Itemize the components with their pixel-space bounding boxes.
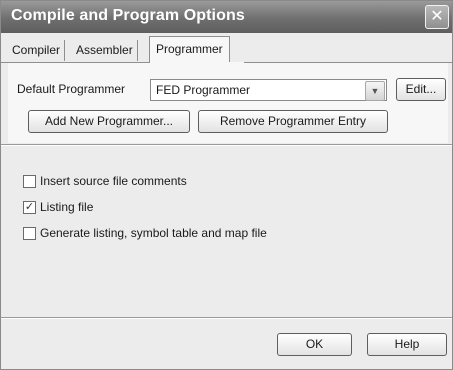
edit-button[interactable]: Edit...: [396, 78, 446, 101]
compile-program-options-dialog: Compile and Program Options ✕ Compiler A…: [0, 0, 453, 370]
active-tab-gap: [150, 62, 244, 63]
close-icon: ✕: [430, 8, 444, 25]
tab-compiler[interactable]: Compiler: [8, 40, 66, 61]
insert-source-comments-checkbox[interactable]: [23, 175, 36, 188]
generate-listing-map-checkbox[interactable]: [23, 227, 36, 240]
tab-strip: Compiler Assembler Programmer: [1, 33, 452, 64]
default-programmer-label: Default Programmer: [17, 82, 126, 96]
close-button[interactable]: ✕: [425, 5, 449, 29]
tab-programmer[interactable]: Programmer: [149, 36, 230, 64]
ok-button[interactable]: OK: [277, 333, 352, 356]
listing-file-checkbox[interactable]: ✓: [23, 201, 36, 214]
section-divider-highlight: [1, 145, 452, 146]
listing-file-label: Listing file: [40, 200, 94, 214]
default-programmer-select[interactable]: FED Programmer ▼: [150, 79, 387, 101]
chevron-down-icon[interactable]: ▼: [365, 81, 385, 101]
window-title: Compile and Program Options: [11, 7, 245, 24]
title-bar[interactable]: Compile and Program Options ✕: [1, 1, 452, 33]
add-new-programmer-button[interactable]: Add New Programmer...: [28, 110, 190, 133]
footer-divider-highlight: [1, 318, 452, 319]
remove-programmer-entry-button[interactable]: Remove Programmer Entry: [198, 110, 388, 133]
default-programmer-value: FED Programmer: [156, 83, 251, 97]
help-button[interactable]: Help: [367, 333, 447, 356]
insert-source-comments-label: Insert source file comments: [40, 174, 187, 188]
tab-assembler[interactable]: Assembler: [72, 40, 138, 61]
generate-listing-map-label: Generate listing, symbol table and map f…: [40, 226, 267, 240]
